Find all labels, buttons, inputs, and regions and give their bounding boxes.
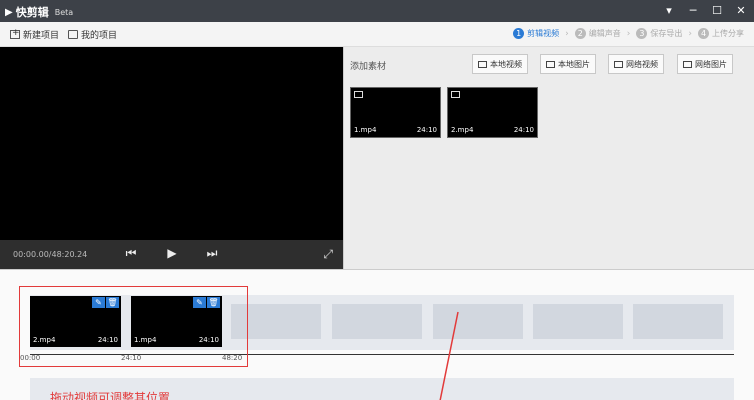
next-icon[interactable]: ⏭	[204, 246, 220, 261]
app-logo: ▶ 快剪辑 Beta	[5, 4, 73, 20]
step-edit-video[interactable]: 1 剪辑视频	[513, 28, 559, 39]
step-save-export[interactable]: 3 保存导出	[636, 28, 682, 39]
media-library: 添加素材 本地视频 本地图片 网络视频 网络图片 1.mp4 24:10 2.m…	[343, 47, 754, 269]
chevron-right-icon: ›	[626, 28, 631, 39]
step-edit-audio[interactable]: 2 编辑声音	[574, 28, 621, 39]
fullscreen-icon[interactable]: ⤢	[323, 247, 333, 262]
minimize-icon[interactable]: ─	[682, 2, 704, 20]
timeline: ✎ 🗑 2.mp4 24:10 ✎ 🗑 1.mp4 24:10 00:00 24…	[0, 269, 754, 400]
new-project-button[interactable]: 新建项目	[10, 28, 59, 41]
previous-icon[interactable]: ⏮	[123, 246, 139, 261]
title-bar: ▶ 快剪辑 Beta ▾ ─ ☐ ✕	[0, 0, 754, 22]
workflow-steps: 1 剪辑视频 › 2 编辑声音 › 3 保存导出 › 4 上传分享	[513, 28, 744, 39]
folder-icon	[68, 30, 78, 39]
app-badge: Beta	[54, 7, 74, 17]
online-video-icon	[614, 60, 623, 68]
online-image-button[interactable]: 网络图片	[677, 54, 733, 74]
library-clip[interactable]: 2.mp4 24:10	[447, 87, 538, 138]
video-camera-icon	[354, 91, 363, 98]
toolbar: 新建项目 我的项目 1 剪辑视频 › 2 编辑声音 › 3 保存导出 › 4 上…	[0, 22, 754, 47]
library-title: 添加素材	[350, 62, 387, 72]
video-preview[interactable]	[0, 47, 343, 269]
close-icon[interactable]: ✕	[730, 2, 752, 20]
video-add-icon	[478, 60, 487, 68]
local-video-button[interactable]: 本地视频	[472, 54, 528, 74]
menu-dropdown-icon[interactable]: ▾	[658, 2, 680, 20]
my-projects-button[interactable]: 我的项目	[68, 28, 117, 41]
my-projects-label: 我的项目	[81, 31, 118, 41]
player-controls: 00:00.00/48:20.24 ⏮ ▶ ⏭ ⤢	[0, 240, 343, 269]
play-logo-icon: ▶	[5, 6, 13, 18]
new-project-label: 新建项目	[23, 31, 60, 41]
chevron-right-icon: ›	[565, 28, 569, 39]
video-camera-icon	[451, 91, 460, 98]
timecode: 00:00.00/48:20.24	[13, 250, 88, 259]
online-image-icon	[683, 60, 692, 68]
library-clip[interactable]: 1.mp4 24:10	[350, 87, 441, 138]
app-name: 快剪辑	[15, 6, 49, 19]
play-icon[interactable]: ▶	[164, 246, 180, 260]
new-project-icon	[10, 28, 20, 39]
step-upload-share[interactable]: 4 上传分享	[698, 28, 744, 39]
chevron-right-icon: ›	[688, 28, 692, 39]
annotation-arrow	[439, 311, 459, 400]
online-video-button[interactable]: 网络视频	[608, 54, 664, 74]
image-add-icon	[546, 60, 555, 68]
restore-icon[interactable]: ☐	[706, 2, 728, 20]
local-image-button[interactable]: 本地图片	[540, 54, 596, 74]
